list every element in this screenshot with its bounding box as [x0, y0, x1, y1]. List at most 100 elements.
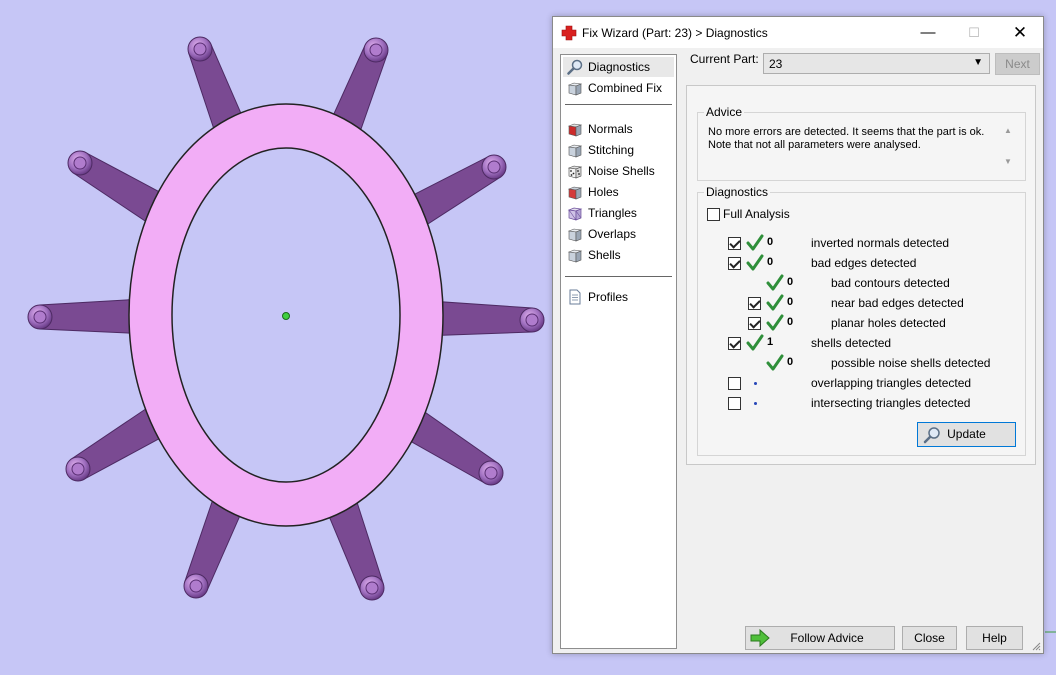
nav-item-label: Holes [588, 185, 619, 199]
green-check-icon [746, 334, 764, 351]
next-button[interactable]: Next [995, 53, 1040, 75]
shells-icon [567, 247, 583, 263]
maximize-button[interactable]: ☐ [951, 17, 997, 48]
advice-text: No more errors are detected. It seems th… [708, 126, 985, 151]
diagnostic-label: bad edges detected [811, 256, 917, 270]
green-check-icon [746, 234, 764, 251]
nav-item-label: Normals [588, 122, 633, 136]
green-check-icon [766, 314, 784, 331]
current-part-value: 23 [769, 57, 783, 71]
spoke-6 [435, 300, 533, 336]
update-label: Update [947, 427, 986, 441]
diagnostic-count: 0 [787, 316, 794, 328]
diagnostic-count: 1 [767, 336, 774, 348]
full-analysis-checkbox[interactable] [707, 208, 720, 221]
triangles-icon [567, 205, 583, 221]
green-check-icon [766, 354, 784, 371]
diagnostic-label: near bad edges detected [831, 296, 964, 310]
advice-group: Advice No more errors are detected. It s… [697, 105, 1026, 181]
current-part-select[interactable]: 23 ▼ [763, 53, 990, 74]
wizard-nav-panel: Diagnostics Combined Fix Normals Stitching N… [560, 54, 677, 649]
nav-item-shells[interactable]: Shells [563, 245, 674, 265]
diagnostic-checkbox[interactable] [748, 297, 761, 310]
diagnostic-count: 0 [787, 276, 794, 288]
diagnostic-count: 0 [787, 296, 794, 308]
nav-item-overlaps[interactable]: Overlaps [563, 224, 674, 244]
spoke-joint-inner-1 [193, 42, 207, 56]
diagnostic-checkbox[interactable] [728, 237, 741, 250]
not-run-dot-icon [754, 402, 757, 405]
spoke-5 [39, 298, 137, 334]
nav-item-label: Diagnostics [588, 60, 651, 74]
nav-item-noise-shells[interactable]: Noise Shells [563, 161, 674, 181]
spoke-joint-inner-10 [365, 581, 379, 595]
spoke-joint-inner-4 [487, 160, 501, 174]
magnifier-icon [567, 59, 583, 75]
origin-marker [282, 312, 290, 320]
diagnostic-checkbox[interactable] [728, 337, 741, 350]
chevron-down-icon: ▼ [973, 57, 983, 68]
diagnostics-page: Advice No more errors are detected. It s… [686, 85, 1036, 465]
title-bar[interactable]: Fix Wizard (Part: 23) > Diagnostics — ☐ … [553, 17, 1043, 48]
green-check-icon [766, 274, 784, 291]
spoke-joint-inner-9 [189, 579, 203, 593]
diagnostics-group: Diagnostics Full Analysis 0 inverted norm… [697, 185, 1026, 456]
follow-advice-button[interactable]: Follow Advice [745, 626, 895, 650]
stitching-icon [567, 142, 583, 158]
fix-wizard-dialog: Fix Wizard (Part: 23) > Diagnostics — ☐ … [552, 16, 1044, 654]
follow-advice-label: Follow Advice [790, 631, 864, 645]
nav-item-stitching[interactable]: Stitching [563, 140, 674, 160]
green-check-icon [746, 254, 764, 271]
diagnostic-label: planar holes detected [831, 316, 946, 330]
dialog-title: Fix Wizard (Part: 23) > Diagnostics [582, 26, 768, 40]
part-icon [567, 80, 583, 96]
green-arrow-icon [750, 629, 770, 647]
diagnostic-count: 0 [787, 356, 794, 368]
diagnostic-count: 0 [767, 256, 774, 268]
diagnostic-label: possible noise shells detected [831, 356, 991, 370]
diagnostic-count: 0 [767, 236, 774, 248]
nav-item-label: Shells [588, 248, 621, 262]
current-part-label: Current Part: [690, 52, 759, 66]
nav-item-label: Overlaps [588, 227, 637, 241]
nav-item-normals[interactable]: Normals [563, 119, 674, 139]
holes-icon [567, 184, 583, 200]
nav-item-triangles[interactable]: Triangles [563, 203, 674, 223]
nav-separator [565, 276, 672, 277]
scroll-down-icon[interactable]: ▼ [1004, 157, 1012, 166]
diagnostic-checkbox[interactable] [728, 257, 741, 270]
nav-item-combined-fix[interactable]: Combined Fix [563, 78, 674, 98]
diagnostics-group-title: Diagnostics [704, 185, 771, 199]
scroll-up-icon[interactable]: ▲ [1004, 126, 1012, 135]
overlaps-icon [567, 226, 583, 242]
nav-item-holes[interactable]: Holes [563, 182, 674, 202]
spoke-joint-inner-2 [369, 43, 383, 57]
help-button[interactable]: Help [966, 626, 1023, 650]
nav-separator [565, 104, 672, 105]
nav-item-label: Profiles [588, 290, 629, 304]
green-check-icon [766, 294, 784, 311]
diagnostic-label: bad contours detected [831, 276, 950, 290]
window-close-button[interactable]: ✕ [997, 17, 1043, 48]
nav-item-profiles[interactable]: Profiles [563, 287, 674, 307]
diagnostic-label: shells detected [811, 336, 892, 350]
not-run-dot-icon [754, 382, 757, 385]
spoke-joint-inner-5 [33, 310, 47, 324]
diagnostic-checkbox[interactable] [748, 317, 761, 330]
update-button[interactable]: Update [917, 422, 1016, 447]
advice-group-title: Advice [704, 105, 745, 119]
minimize-button[interactable]: — [905, 17, 951, 48]
close-button[interactable]: Close [902, 626, 957, 650]
full-analysis-label: Full Analysis [723, 207, 790, 221]
spoke-joint-inner-6 [525, 313, 539, 327]
resize-grip-icon[interactable] [1031, 641, 1041, 651]
spoke-joint-inner-8 [484, 466, 498, 480]
diagnostic-checkbox[interactable] [728, 397, 741, 410]
red-cross-icon [561, 25, 577, 41]
diagnostic-label: inverted normals detected [811, 236, 950, 250]
spoke-joint-inner-3 [73, 156, 87, 170]
nav-item-label: Combined Fix [588, 81, 663, 95]
nav-item-diagnostics[interactable]: Diagnostics [563, 57, 674, 77]
diagnostic-label: overlapping triangles detected [811, 376, 972, 390]
diagnostic-checkbox[interactable] [728, 377, 741, 390]
